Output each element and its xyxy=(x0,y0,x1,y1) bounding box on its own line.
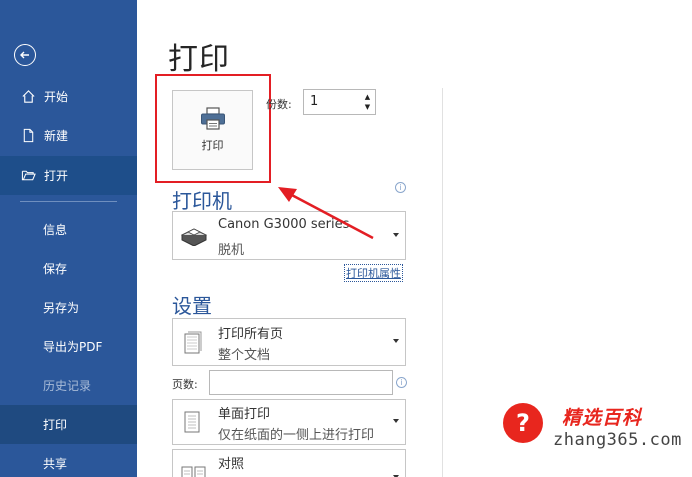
collation-select[interactable]: 对照 xyxy=(172,449,406,477)
spin-down-icon[interactable]: ▼ xyxy=(365,102,370,112)
sidebar-item-info[interactable]: 信息 xyxy=(0,210,137,249)
sidebar-item-save-as[interactable]: 另存为 xyxy=(0,288,137,327)
spin-up-icon[interactable]: ▲ xyxy=(365,92,370,102)
sidebar-item-label: 信息 xyxy=(43,223,68,237)
sidebar-item-label: 导出为PDF xyxy=(43,340,103,354)
sidebar-item-history[interactable]: 历史记录 xyxy=(0,366,137,405)
sidebar-divider xyxy=(20,201,117,202)
printer-device-icon xyxy=(180,227,208,246)
sidebar-item-export-pdf[interactable]: 导出为PDF xyxy=(0,327,137,366)
info-icon[interactable]: i xyxy=(395,182,406,193)
preview-divider xyxy=(442,88,443,477)
pages-input[interactable] xyxy=(209,370,393,395)
watermark-url: zhang365.com xyxy=(553,430,682,450)
sides-select[interactable]: 单面打印 仅在纸面的一侧上进行打印 xyxy=(172,399,406,445)
copies-label: 份数: xyxy=(266,98,292,111)
home-icon xyxy=(20,89,36,105)
highlight-box xyxy=(155,74,271,183)
info-icon[interactable]: i xyxy=(396,377,407,388)
print-range-select[interactable]: 打印所有页 整个文档 xyxy=(172,318,406,366)
collation-title: 对照 xyxy=(218,457,245,472)
sides-subtitle: 仅在纸面的一侧上进行打印 xyxy=(218,428,375,443)
new-document-icon xyxy=(20,128,36,144)
pages-icon xyxy=(184,331,202,354)
open-folder-icon xyxy=(20,168,36,184)
annotation-arrow xyxy=(278,187,374,240)
sidebar-item-label: 开始 xyxy=(44,90,69,104)
sides-title: 单面打印 xyxy=(218,407,271,422)
chevron-down-icon xyxy=(393,232,399,237)
back-button[interactable] xyxy=(14,44,36,66)
sidebar-item-open[interactable]: 打开 xyxy=(0,156,137,195)
print-range-subtitle: 整个文档 xyxy=(218,348,271,363)
watermark-brand: 精选百科 xyxy=(562,407,643,429)
sidebar-item-save[interactable]: 保存 xyxy=(0,249,137,288)
sidebar-item-label: 打印 xyxy=(43,418,68,432)
sidebar-item-home[interactable]: 开始 xyxy=(0,77,137,116)
sidebar-item-share[interactable]: 共享 xyxy=(0,444,137,477)
print-range-title: 打印所有页 xyxy=(218,327,284,342)
printer-properties-link[interactable]: 打印机属性 xyxy=(344,264,403,282)
sidebar-item-label: 新建 xyxy=(44,129,69,143)
sidebar-item-label: 另存为 xyxy=(43,301,80,315)
copies-stepper[interactable]: ▲ ▼ xyxy=(360,90,375,114)
watermark-logo: ? xyxy=(503,403,543,443)
sidebar-item-new[interactable]: 新建 xyxy=(0,116,137,155)
collate-icon xyxy=(181,466,206,477)
settings-heading: 设置 xyxy=(172,294,212,318)
sidebar-item-label: 共享 xyxy=(43,457,68,471)
chevron-down-icon xyxy=(393,419,399,423)
watermark: ? 精选百科 zhang365.com xyxy=(486,388,692,470)
print-backstage-view: 开始 新建 打开 信息 保存 另存为 导出为PDF 历史记录 打印 共享 打印 … xyxy=(0,0,692,477)
back-arrow-icon xyxy=(20,51,29,59)
pages-label: 页数: xyxy=(172,378,198,391)
sidebar-item-label: 保存 xyxy=(43,262,68,276)
sidebar-item-label: 历史记录 xyxy=(43,379,92,393)
printer-heading: 打印机 xyxy=(172,189,232,213)
backstage-sidebar: 开始 新建 打开 信息 保存 另存为 导出为PDF 历史记录 打印 共享 xyxy=(0,0,137,477)
page-title: 打印 xyxy=(168,42,230,77)
chevron-down-icon xyxy=(393,339,399,343)
single-sided-icon xyxy=(184,411,200,433)
sidebar-item-label: 打开 xyxy=(44,169,69,183)
sidebar-item-print[interactable]: 打印 xyxy=(0,405,137,444)
printer-status: 脱机 xyxy=(218,243,245,258)
